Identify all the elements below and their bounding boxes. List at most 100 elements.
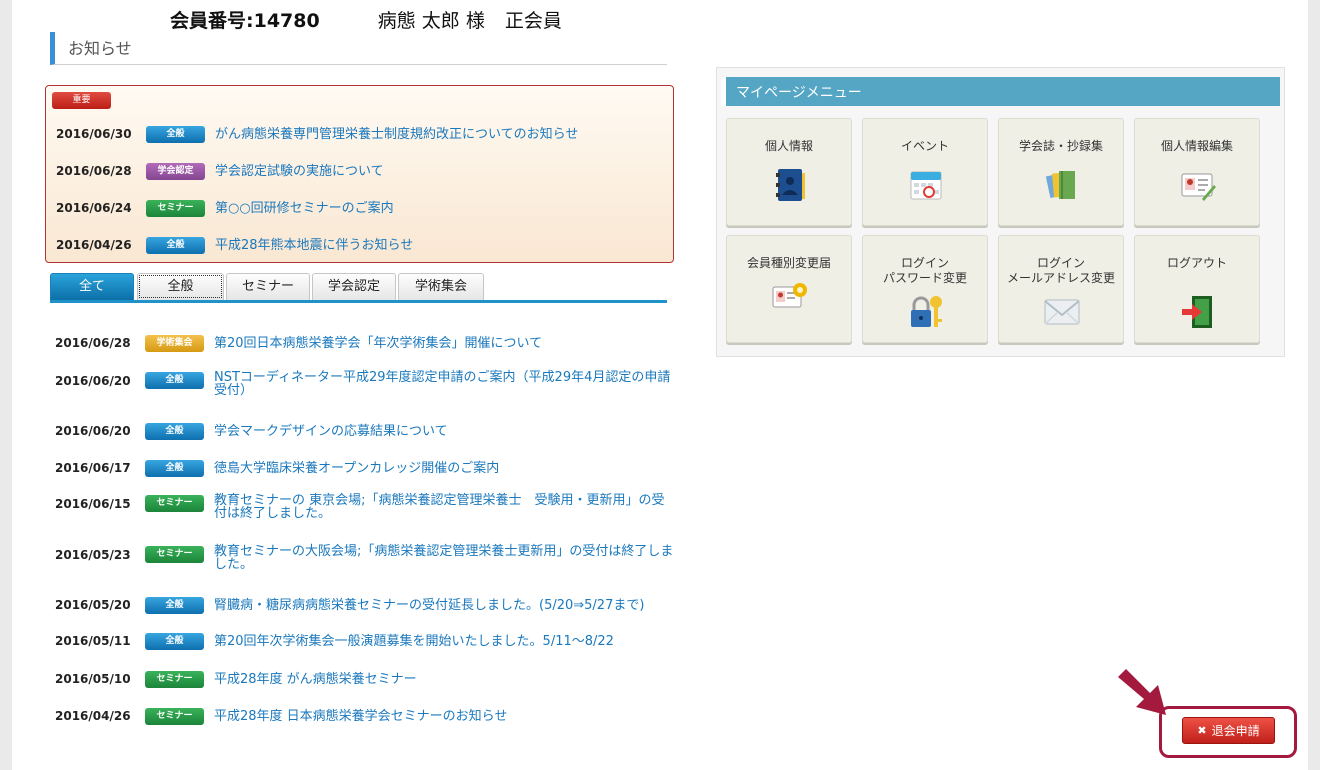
withdraw-button[interactable]: ✖ 退会申請 <box>1182 717 1275 744</box>
tile-email-change[interactable]: ログイン メールアドレス変更 <box>998 235 1124 343</box>
scrollbar-track[interactable] <box>1308 0 1320 770</box>
tile-label: 会員種別変更届 <box>746 256 831 270</box>
category-badge: セミナー <box>145 707 204 725</box>
news-link[interactable]: 学会マークデザインの応募結果について <box>214 425 448 438</box>
news-link[interactable]: 教育セミナーの大阪会場;「病態栄養認定管理栄養士更新用」の受付は終了しました。 <box>214 545 674 571</box>
member-info: 会員番号:14780 病態 太郎 様 正会員 <box>170 6 562 33</box>
category-badge: 学術集会 <box>145 334 204 352</box>
news-date: 2016/06/20 <box>55 424 131 438</box>
tile-journal[interactable]: 学会誌・抄録集 <box>998 118 1124 226</box>
category-badge: セミナー <box>145 546 204 563</box>
tile-label: ログイン メールアドレス変更 <box>1006 256 1115 285</box>
category-badge: 学会認定 <box>146 162 205 180</box>
tile-label: 学会誌・抄録集 <box>1018 139 1103 153</box>
news-row: 2016/06/20 全般 学会マークデザインの応募結果について <box>55 421 448 441</box>
tab-general[interactable]: 全般 <box>137 273 224 300</box>
important-row: 2016/06/28 学会認定 学会認定試験の実施について <box>56 161 384 181</box>
tile-label: 個人情報 <box>764 139 813 153</box>
mypage-menu-header: マイページメニュー <box>721 77 1280 106</box>
news-link[interactable]: 腎臓病・糖尿病病態栄養セミナーの受付延長しました。(5/20⇒5/27まで) <box>214 599 644 612</box>
news-row: 2016/05/10 セミナー 平成28年度 がん病態栄養セミナー <box>55 669 417 689</box>
news-row: 2016/05/20 全般 腎臓病・糖尿病病態栄養セミナーの受付延長しました。(… <box>55 595 644 615</box>
news-row: 2016/06/20 全般 NSTコーディネーター平成29年度認定申請のご案内（… <box>55 371 674 401</box>
category-badge: 全般 <box>145 596 204 614</box>
books-icon <box>1045 171 1075 199</box>
tile-password-change[interactable]: ログイン パスワード変更 <box>862 235 988 343</box>
category-badge: 全般 <box>146 125 205 143</box>
tile-membership-change[interactable]: 会員種別変更届 <box>726 235 852 343</box>
category-badge: 全般 <box>145 422 204 440</box>
news-link[interactable]: 徳島大学臨床栄養オープンカレッジ開催のご案内 <box>214 462 499 475</box>
news-link[interactable]: 第○○回研修セミナーのご案内 <box>215 202 394 215</box>
address-book-icon <box>776 169 805 201</box>
news-date: 2016/05/11 <box>55 634 131 648</box>
tile-label: イベント <box>900 139 949 153</box>
exit-door-icon <box>1182 296 1212 328</box>
news-link[interactable]: 平成28年度 がん病態栄養セミナー <box>214 673 417 686</box>
news-date: 2016/06/30 <box>56 127 132 141</box>
news-date: 2016/06/28 <box>56 164 132 178</box>
important-row: 2016/06/24 セミナー 第○○回研修セミナーのご案内 <box>56 198 394 218</box>
id-card-gear-icon <box>772 283 807 308</box>
news-row: 2016/06/28 学術集会 第20回日本病態栄養学会「年次学術集会」開催につ… <box>55 333 542 353</box>
member-type: 正会員 <box>504 10 562 32</box>
envelope-icon <box>1044 299 1080 325</box>
category-badge: セミナー <box>145 495 204 512</box>
news-link[interactable]: 教育セミナーの 東京会場;「病態栄養認定管理栄養士 受験用・更新用」の受付は終了… <box>214 494 674 520</box>
lock-key-icon <box>911 296 942 327</box>
news-date: 2016/05/10 <box>55 672 131 686</box>
news-row: 2016/06/17 全般 徳島大学臨床栄養オープンカレッジ開催のご案内 <box>55 458 499 478</box>
news-link[interactable]: 平成28年熊本地震に伴うお知らせ <box>215 239 413 252</box>
tile-label: 個人情報編集 <box>1160 139 1233 153</box>
news-link[interactable]: 第20回日本病態栄養学会「年次学術集会」開催について <box>214 337 542 350</box>
notices-heading-text: お知らせ <box>68 39 132 58</box>
notices-heading: お知らせ <box>50 32 667 65</box>
tile-logout[interactable]: ログアウト <box>1134 235 1260 343</box>
news-link[interactable]: NSTコーディネーター平成29年度認定申請のご案内（平成29年4月認定の申請受付… <box>214 371 674 397</box>
news-link[interactable]: 第20回年次学術集会一般演題募集を開始いたしました。5/11～8/22 <box>214 635 614 648</box>
news-date: 2016/05/20 <box>55 598 131 612</box>
news-row: 2016/04/26 セミナー 平成28年度 日本病態栄養学会セミナーのお知らせ <box>55 706 507 726</box>
important-row: 2016/06/30 全般 がん病態栄養専門管理栄養士制度規約改正についてのお知… <box>56 124 578 144</box>
category-badge: セミナー <box>145 670 204 688</box>
id-card-edit-icon <box>1181 173 1216 201</box>
news-link[interactable]: 平成28年度 日本病態栄養学会セミナーのお知らせ <box>214 710 507 723</box>
news-date: 2016/06/24 <box>56 201 132 215</box>
left-gutter <box>0 0 12 770</box>
tab-seminar[interactable]: セミナー <box>226 273 310 300</box>
news-date: 2016/06/15 <box>55 497 131 511</box>
tile-personal-info-edit[interactable]: 個人情報編集 <box>1134 118 1260 226</box>
news-tabs: 全て 全般 セミナー 学会認定 学術集会 <box>50 273 667 303</box>
withdraw-label: 退会申請 <box>1211 724 1260 738</box>
tile-label: ログアウト <box>1166 256 1227 270</box>
news-link[interactable]: がん病態栄養専門管理栄養士制度規約改正についてのお知らせ <box>215 128 578 141</box>
news-row: 2016/06/15 セミナー 教育セミナーの 東京会場;「病態栄養認定管理栄養… <box>55 494 674 524</box>
category-badge: 全般 <box>145 372 204 389</box>
news-row: 2016/05/11 全般 第20回年次学術集会一般演題募集を開始いたしました。… <box>55 631 614 651</box>
mypage-menu-title: マイページメニュー <box>736 85 862 101</box>
important-row: 2016/04/26 全般 平成28年熊本地震に伴うお知らせ <box>56 235 413 255</box>
category-badge: セミナー <box>146 199 205 217</box>
member-name: 病態 太郎 様 <box>377 10 485 32</box>
tile-personal-info[interactable]: 個人情報 <box>726 118 852 226</box>
news-link[interactable]: 学会認定試験の実施について <box>215 165 384 178</box>
news-date: 2016/05/23 <box>55 548 131 562</box>
news-date: 2016/06/17 <box>55 461 131 475</box>
tile-label: ログイン パスワード変更 <box>882 256 967 285</box>
news-date: 2016/04/26 <box>55 709 131 723</box>
news-row: 2016/05/23 セミナー 教育セミナーの大阪会場;「病態栄養認定管理栄養士… <box>55 545 674 575</box>
important-badge: 重要 <box>52 92 111 109</box>
category-badge: 全般 <box>145 632 204 650</box>
tab-meeting[interactable]: 学術集会 <box>398 273 484 300</box>
news-date: 2016/04/26 <box>56 238 132 252</box>
category-badge: 全般 <box>145 459 204 477</box>
member-number: 会員番号:14780 <box>170 10 320 32</box>
news-date: 2016/06/20 <box>55 374 131 388</box>
tab-certification[interactable]: 学会認定 <box>312 273 396 300</box>
calendar-icon <box>910 171 942 200</box>
tile-event[interactable]: イベント <box>862 118 988 226</box>
tab-all[interactable]: 全て <box>50 273 134 300</box>
x-icon: ✖ <box>1197 724 1207 737</box>
category-badge: 全般 <box>146 236 205 254</box>
news-date: 2016/06/28 <box>55 336 131 350</box>
